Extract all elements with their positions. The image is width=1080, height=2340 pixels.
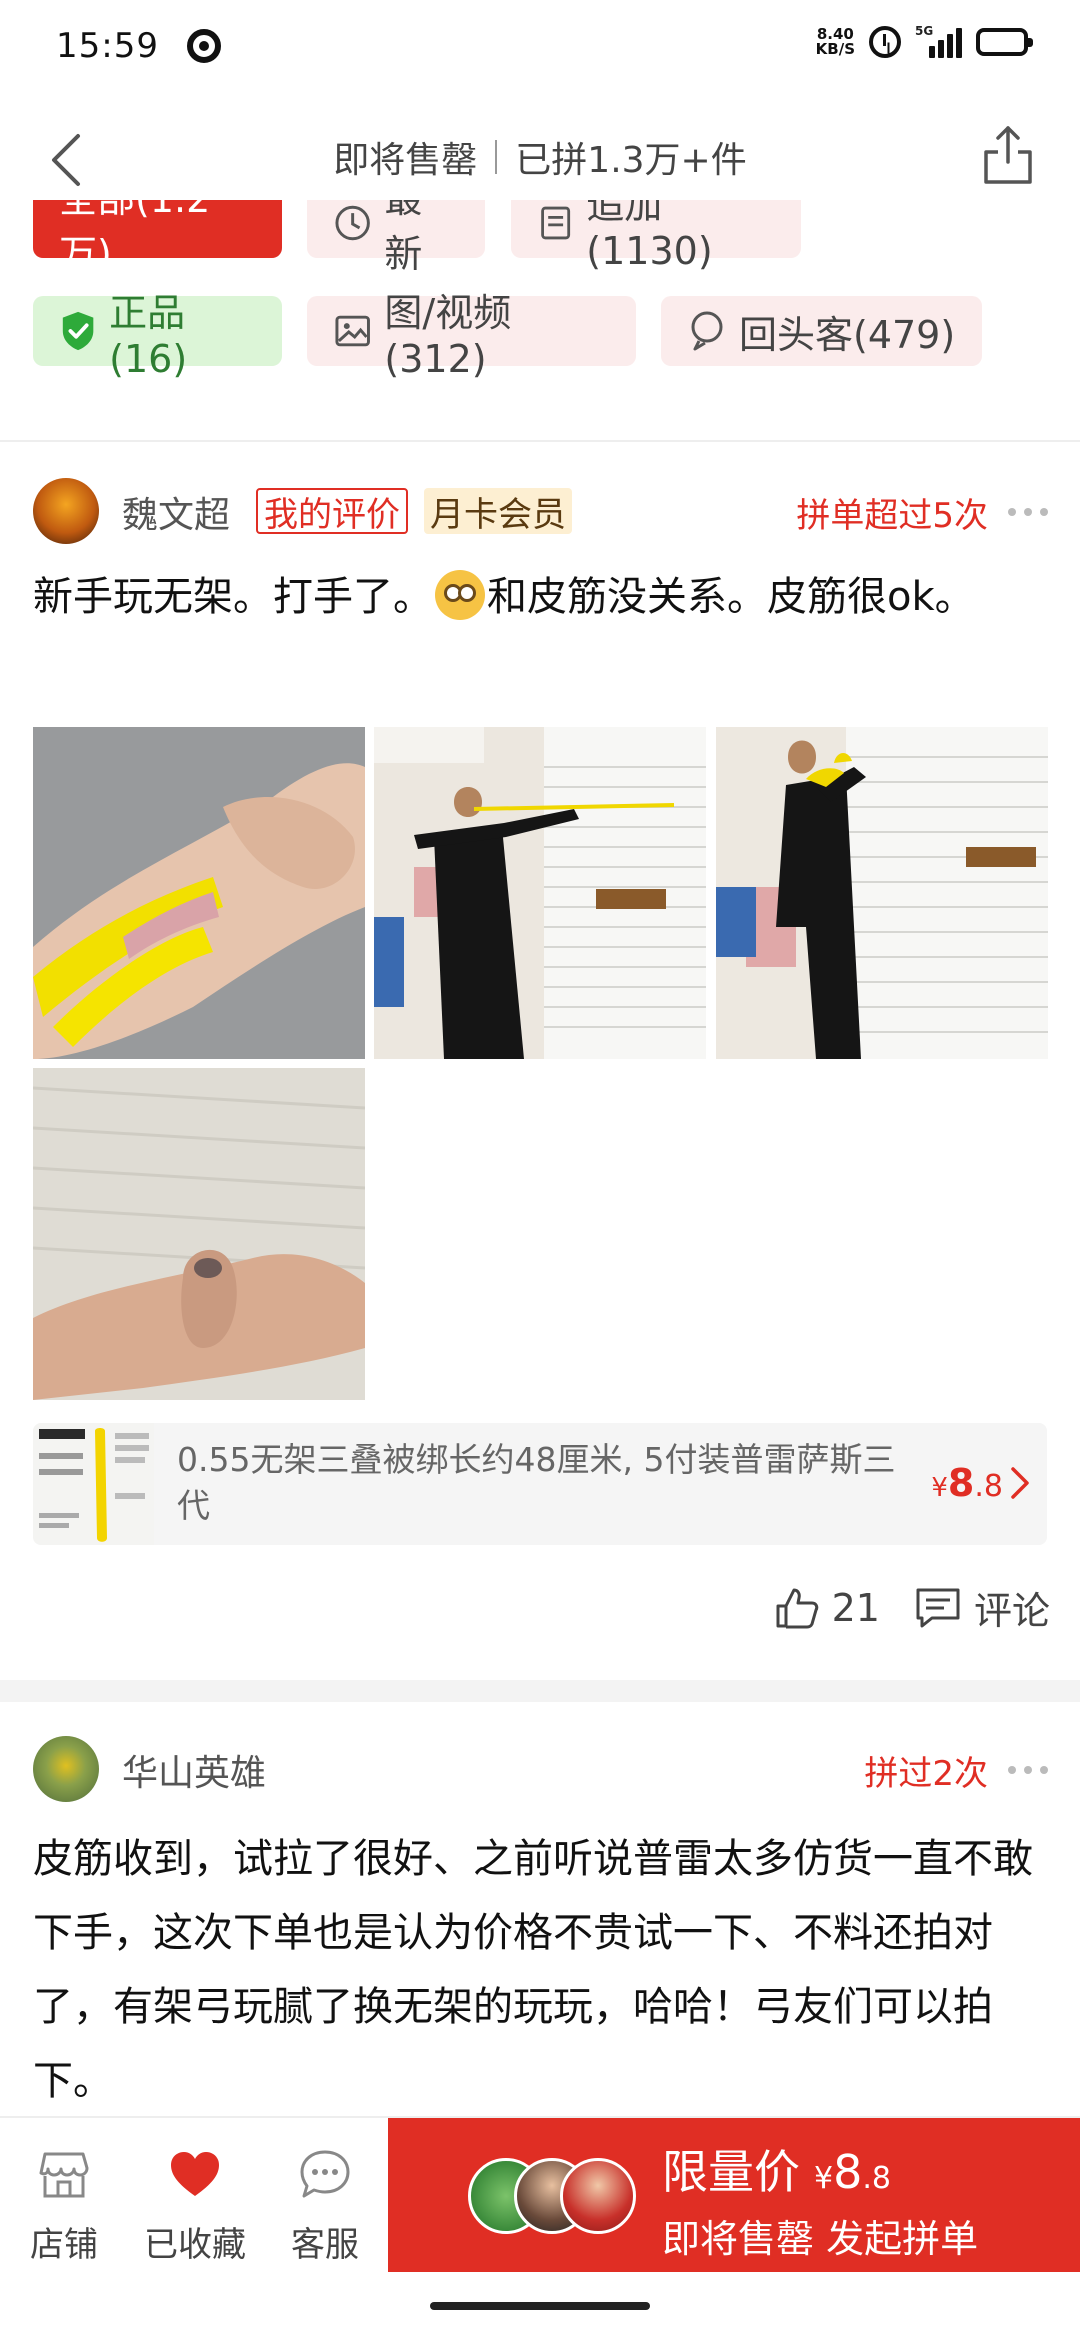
- filter-media[interactable]: 图/视频(312): [307, 291, 636, 381]
- like-count: 21: [831, 1585, 880, 1630]
- share-icon[interactable]: [980, 122, 1036, 188]
- favorite-button[interactable]: 已收藏: [138, 2148, 252, 2266]
- filter-genuine-label: 正品(16): [109, 290, 188, 381]
- clock-icon: [335, 205, 370, 241]
- product-price: ¥8.8: [931, 1461, 1003, 1505]
- user-name[interactable]: 华山英雄: [122, 1744, 266, 1796]
- chevron-right-icon: [1011, 1467, 1029, 1499]
- customer-service-button[interactable]: 客服: [270, 2148, 380, 2266]
- limited-price-currency: ¥: [814, 2161, 834, 2196]
- back-arrow-icon[interactable]: [44, 130, 94, 190]
- title-separator: [495, 140, 498, 174]
- group-avatars: [468, 2158, 638, 2238]
- review-text: 皮筋收到，试拉了很好、之前听说普雷太多仿货一直不敢下手，这次下单也是认为价格不贵…: [33, 1836, 1033, 2104]
- status-time: 15:59: [56, 26, 159, 66]
- filter-latest-label: 最新: [384, 200, 423, 276]
- filter-repeat-label: 回头客(479): [739, 312, 956, 357]
- more-options-icon[interactable]: [1008, 508, 1048, 518]
- review-text-part2: 和皮筋没关系。皮筋很ok。: [487, 574, 975, 620]
- review-photo[interactable]: [33, 1068, 365, 1400]
- review-photo[interactable]: [33, 727, 365, 1059]
- status-bar: 15:59 8.40 KB/S 5G: [0, 0, 1080, 92]
- divider: [0, 440, 1080, 442]
- review-photo[interactable]: [374, 727, 706, 1059]
- filter-repeat[interactable]: 回头客(479): [661, 296, 982, 366]
- limited-price: ¥8.8: [814, 2145, 891, 2199]
- comment-button[interactable]: 评论: [914, 1580, 1050, 1635]
- filter-followup-label: 追加(1130): [586, 200, 713, 273]
- thumbs-up-icon: [776, 1588, 818, 1628]
- filter-media-label: 图/视频(312): [384, 290, 512, 381]
- more-options-icon[interactable]: [1008, 1766, 1048, 1776]
- title-left: 即将售罄: [333, 140, 478, 181]
- signal-icon: 5G: [915, 24, 962, 58]
- filter-all-label: 全部(1.2万): [59, 200, 210, 276]
- flushed-face-emoji-icon: [435, 570, 485, 620]
- filter-latest[interactable]: 最新: [307, 200, 485, 276]
- filter-genuine[interactable]: 正品(16): [33, 291, 282, 381]
- price-int: 8: [947, 1461, 975, 1505]
- heart-icon: [171, 2152, 219, 2196]
- product-thumbnail: [33, 1423, 154, 1545]
- limited-price-int: 8: [833, 2145, 863, 2199]
- note-icon: [541, 206, 571, 240]
- image-icon: [335, 315, 370, 347]
- store-icon: [39, 2152, 89, 2198]
- comment-icon: [916, 1588, 960, 1627]
- title-right: 已拼1.3万+件: [515, 140, 747, 181]
- group-order-info: 拼过2次: [864, 1754, 988, 1794]
- comment-label: 评论: [973, 1589, 1050, 1633]
- favorited-label: 已收藏: [144, 2225, 246, 2265]
- signal-label: 5G: [915, 24, 934, 38]
- price-currency: ¥: [931, 1473, 948, 1503]
- price-dec: .8: [974, 1469, 1003, 1504]
- section-divider: [0, 1680, 1080, 1702]
- avatar[interactable]: [33, 478, 99, 544]
- battery-icon: [976, 28, 1033, 56]
- my-review-badge: 我的评价: [256, 488, 408, 535]
- home-indicator[interactable]: [430, 2302, 650, 2310]
- review-text: 新手玩无架。打手了。 和皮筋没关系。皮筋很ok。: [33, 560, 1053, 634]
- review-photo[interactable]: [716, 727, 1048, 1059]
- hotspot-icon: [186, 29, 221, 63]
- group-order-info: 拼单超过5次: [796, 496, 988, 536]
- page-title: 即将售罄 已拼1.3万+件: [333, 131, 747, 183]
- chat-bubble-icon: [300, 2150, 350, 2198]
- limited-price-label: 限量价: [662, 2145, 800, 2199]
- member-badge: 月卡会员: [424, 488, 572, 535]
- alarm-icon: [869, 26, 901, 58]
- filter-followup[interactable]: 追加(1130): [511, 200, 801, 273]
- review-text-part1: 新手玩无架。打手了。: [33, 574, 433, 620]
- bottom-bar: 店铺 已收藏 客服 限量价 ¥8.8 即将售罄 发起拼单: [0, 2116, 1080, 2276]
- group-buy-button[interactable]: 限量价 ¥8.8 即将售罄 发起拼单: [388, 2118, 1080, 2272]
- filter-tags: 全部(1.2万) 最新 追加(1130) 正品(16) 图/视频(312) 回头…: [0, 200, 1080, 440]
- filter-all[interactable]: 全部(1.2万): [33, 200, 282, 276]
- net-speed-unit: KB/S: [815, 40, 855, 58]
- shop-button[interactable]: 店铺: [9, 2148, 119, 2266]
- limited-price-dec: .8: [862, 2161, 891, 2196]
- user-name[interactable]: 魏文超: [122, 486, 230, 538]
- repeat-customer-icon: [691, 311, 723, 351]
- net-speed: 8.40 KB/S: [816, 27, 855, 57]
- like-button[interactable]: 21: [774, 1586, 880, 1630]
- review-actions: 21 评论: [774, 1580, 1050, 1635]
- limited-price-line: 限量价 ¥8.8: [662, 2136, 891, 2202]
- status-icons: 8.40 KB/S 5G: [816, 24, 1033, 58]
- service-label: 客服: [291, 2225, 359, 2265]
- product-title: 0.55无架三叠被绑长约48厘米, 5付装普雷萨斯三代: [177, 1440, 896, 1525]
- shield-check-icon: [62, 311, 94, 351]
- shop-label: 店铺: [30, 2225, 98, 2265]
- avatar[interactable]: [33, 1736, 99, 1802]
- buy-cta: 即将售罄 发起拼单: [662, 2217, 979, 2261]
- product-card[interactable]: 0.55无架三叠被绑长约48厘米, 5付装普雷萨斯三代 ¥8.8: [33, 1423, 1047, 1545]
